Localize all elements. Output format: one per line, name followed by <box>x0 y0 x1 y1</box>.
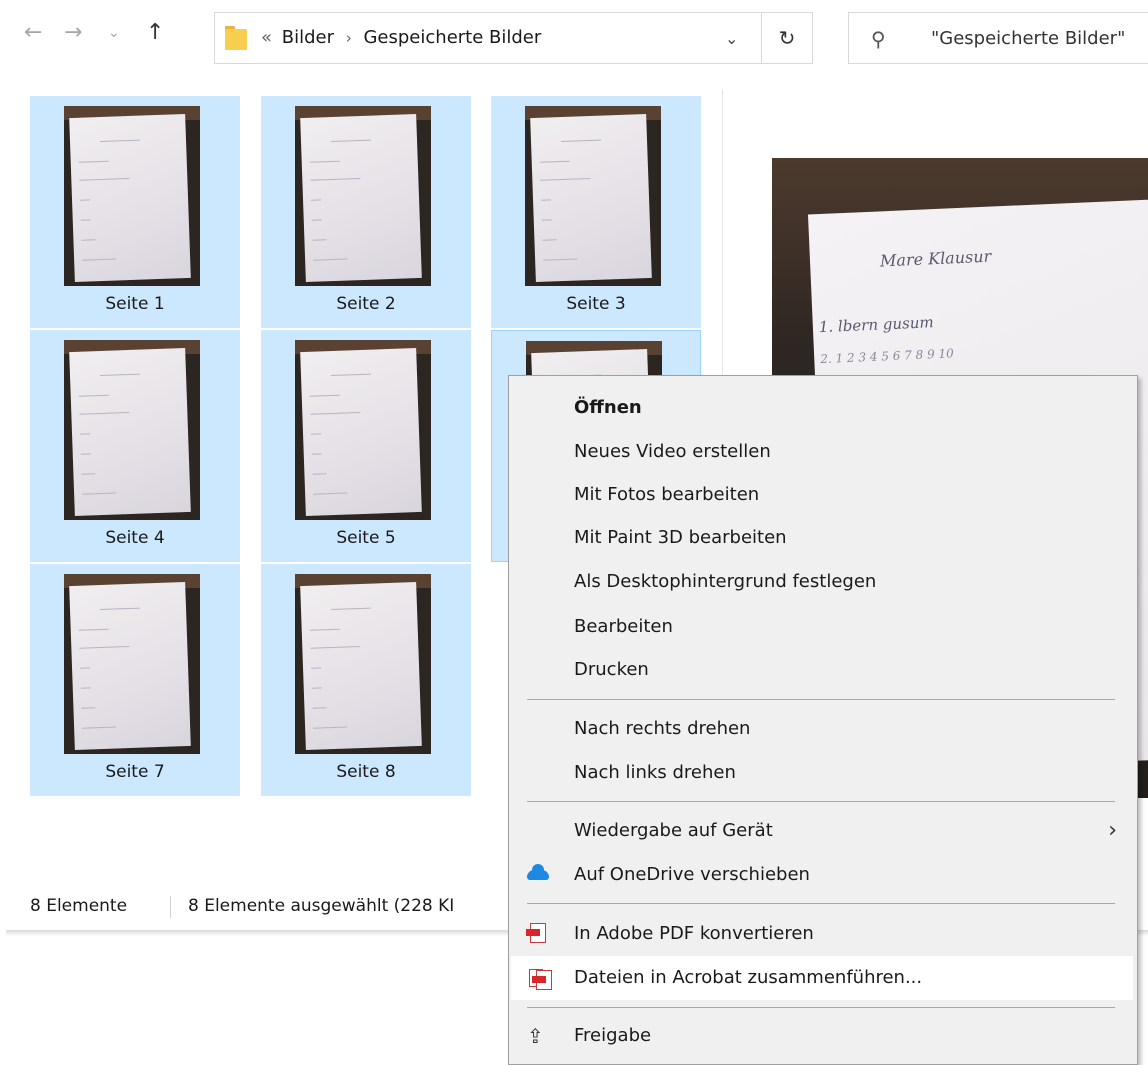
breadcrumb: « Bilder › Gespeicherte Bilder <box>261 27 541 48</box>
onedrive-icon <box>527 864 549 886</box>
search-placeholder: "Gespeicherte Bilder" <box>931 28 1126 49</box>
file-name: Seite 3 <box>566 294 626 314</box>
chevron-right-icon: › <box>1108 818 1117 843</box>
acrobat-combine-icon <box>529 967 552 990</box>
menu-separator <box>527 903 1115 904</box>
menu-item-new-video[interactable]: Neues Video erstellen <box>509 430 1137 474</box>
address-dropdown-icon[interactable]: ⌄ <box>725 29 738 48</box>
menu-item-move-to-onedrive[interactable]: Auf OneDrive verschieben <box>509 853 1137 897</box>
file-name: Seite 4 <box>105 528 165 548</box>
file-tile[interactable]: Seite 5 <box>261 330 471 562</box>
file-thumbnail <box>64 340 200 520</box>
file-thumbnail <box>64 106 200 286</box>
menu-separator <box>527 801 1115 802</box>
preview-text-line-1: Mare Klausur <box>879 246 992 271</box>
refresh-icon: ↻ <box>778 26 796 50</box>
menu-item-combine-in-acrobat[interactable]: Dateien in Acrobat zusammenführen... <box>511 956 1133 1000</box>
menu-item-set-desktop-background[interactable]: Als Desktophintergrund festlegen <box>509 560 1137 604</box>
file-thumbnail <box>295 574 431 754</box>
file-name: Seite 1 <box>105 294 165 314</box>
context-menu: Öffnen Neues Video erstellen Mit Fotos b… <box>508 375 1138 1065</box>
menu-item-share[interactable]: ⇪ Freigabe <box>509 1014 1137 1058</box>
file-thumbnail <box>525 106 661 286</box>
file-tile[interactable]: Seite 2 <box>261 96 471 328</box>
menu-separator <box>527 699 1115 700</box>
share-icon: ⇪ <box>527 1024 544 1048</box>
search-box[interactable]: ⚲ "Gespeicherte Bilder" <box>848 12 1148 64</box>
up-button[interactable]: ↑ <box>146 22 164 44</box>
menu-item-open[interactable]: Öffnen <box>509 386 1137 430</box>
menu-item-edit-with-paint3d[interactable]: Mit Paint 3D bearbeiten <box>509 516 1137 560</box>
file-thumbnail <box>295 106 431 286</box>
preview-text-line-3: 2. 1 2 3 4 5 6 7 8 9 10 <box>819 346 955 367</box>
menu-separator <box>527 1007 1115 1008</box>
status-divider <box>170 896 171 918</box>
file-tile[interactable]: Seite 8 <box>261 564 471 796</box>
menu-item-edit-with-photos[interactable]: Mit Fotos bearbeiten <box>509 473 1137 517</box>
status-selection: 8 Elemente ausgewählt (228 KI <box>188 896 455 916</box>
file-tile[interactable]: Seite 4 <box>30 330 240 562</box>
refresh-button[interactable]: ↻ <box>761 12 813 64</box>
file-name: Seite 8 <box>336 762 396 782</box>
file-tile[interactable]: Seite 1 <box>30 96 240 328</box>
file-name: Seite 7 <box>105 762 165 782</box>
file-tile[interactable]: Seite 3 <box>491 96 701 328</box>
forward-button[interactable]: → <box>64 22 82 44</box>
menu-item-edit[interactable]: Bearbeiten <box>509 605 1137 649</box>
preview-text-line-2: 1. lbern gusum <box>818 313 934 337</box>
breadcrumb-item-gespeicherte-bilder[interactable]: Gespeicherte Bilder <box>363 27 541 48</box>
menu-item-rotate-right[interactable]: Nach rechts drehen <box>509 707 1137 751</box>
status-item-count: 8 Elemente <box>30 896 128 916</box>
breadcrumb-overflow[interactable]: « <box>261 27 272 48</box>
file-thumbnail <box>64 574 200 754</box>
file-tile[interactable]: Seite 7 <box>30 564 240 796</box>
menu-item-rotate-left[interactable]: Nach links drehen <box>509 751 1137 795</box>
back-button[interactable]: ← <box>24 22 42 44</box>
address-bar[interactable]: « Bilder › Gespeicherte Bilder ⌄ <box>214 12 762 64</box>
file-name: Seite 5 <box>336 528 396 548</box>
breadcrumb-separator: › <box>345 29 352 47</box>
breadcrumb-item-bilder[interactable]: Bilder <box>282 27 334 48</box>
menu-item-convert-to-pdf[interactable]: In Adobe PDF konvertieren <box>509 912 1137 956</box>
menu-item-cast-to-device[interactable]: Wiedergabe auf Gerät › <box>509 809 1137 853</box>
menu-item-print[interactable]: Drucken <box>509 648 1137 692</box>
folder-icon <box>225 26 247 50</box>
search-icon: ⚲ <box>871 27 886 51</box>
recent-locations-button[interactable]: ⌄ <box>108 22 120 44</box>
adobe-pdf-icon <box>526 923 549 945</box>
file-thumbnail <box>295 340 431 520</box>
file-name: Seite 2 <box>336 294 396 314</box>
